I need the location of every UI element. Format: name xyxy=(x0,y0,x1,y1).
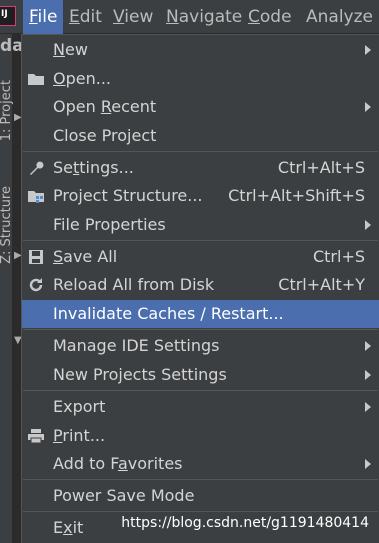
menu-item-file-properties[interactable]: File Properties xyxy=(22,211,379,239)
menu-item-reload-all[interactable]: Reload All from Disk Ctrl+Alt+Y xyxy=(22,271,379,299)
menu-file[interactable]: File xyxy=(23,0,64,34)
menu-item-label: Manage IDE Settings xyxy=(53,336,220,355)
folder-icon xyxy=(27,70,45,88)
menu-item-close-project[interactable]: Close Project xyxy=(22,122,379,150)
reload-icon xyxy=(27,276,45,294)
file-menu-dropdown: New Open... Open Recent Close Project Se… xyxy=(21,34,379,543)
menu-item-open[interactable]: Open... xyxy=(22,65,379,93)
menu-item-label: Exit xyxy=(53,518,84,537)
menu-item-save-all[interactable]: Save All Ctrl+S xyxy=(22,243,379,271)
menu-separator xyxy=(23,511,378,512)
project-structure-icon xyxy=(27,187,45,205)
tree-expander-icon: ▶ xyxy=(14,250,22,261)
wrench-icon xyxy=(27,159,45,177)
menu-item-label: Open Recent xyxy=(53,97,157,116)
menu-item-shortcut: Ctrl+Alt+S xyxy=(277,158,365,177)
menu-item-label: New xyxy=(53,40,88,59)
menu-item-new-projects-settings[interactable]: New Projects Settings xyxy=(22,361,379,389)
menu-item-label: Settings... xyxy=(53,158,134,177)
menu-separator xyxy=(23,479,378,480)
menu-item-label: File Properties xyxy=(53,215,166,234)
menu-item-invalidate-caches[interactable]: Invalidate Caches / Restart... xyxy=(22,300,379,328)
print-icon xyxy=(27,427,45,445)
menu-item-label: Save All xyxy=(53,247,118,266)
menu-item-project-structure[interactable]: Project Structure... Ctrl+Alt+Shift+S xyxy=(22,182,379,210)
menu-item-add-to-favorites[interactable]: Add to Favorites xyxy=(22,450,379,478)
tree-expander-icon: ▼ xyxy=(14,335,22,346)
menu-separator xyxy=(23,329,378,330)
menu-item-export[interactable]: Export xyxy=(22,393,379,421)
menu-item-power-save-mode[interactable]: Power Save Mode xyxy=(22,482,379,510)
menu-item-label: Open... xyxy=(53,69,111,88)
side-tab-project[interactable]: 1: Project xyxy=(0,80,14,141)
menu-item-shortcut: Ctrl+Alt+Shift+S xyxy=(228,186,365,205)
menu-item-label: Project Structure... xyxy=(53,186,203,205)
menu-separator xyxy=(23,151,378,152)
submenu-arrow-icon xyxy=(365,370,371,380)
menu-item-label: Invalidate Caches / Restart... xyxy=(53,304,284,323)
menu-code[interactable]: Code xyxy=(248,0,292,34)
submenu-arrow-icon xyxy=(365,402,371,412)
submenu-arrow-icon xyxy=(365,102,371,112)
menu-item-label: Add to Favorites xyxy=(53,454,183,473)
tree-expander-icon: ▶ xyxy=(14,112,22,123)
menu-item-label: New Projects Settings xyxy=(53,365,227,384)
menu-view[interactable]: View xyxy=(113,0,153,34)
submenu-arrow-icon xyxy=(365,220,371,230)
menu-edit[interactable]: Edit xyxy=(69,0,102,34)
submenu-arrow-icon xyxy=(365,45,371,55)
menu-item-new[interactable]: New xyxy=(22,36,379,64)
watermark-url: https://blog.csdn.net/g1191480414 xyxy=(121,515,369,531)
menu-item-shortcut: Ctrl+S xyxy=(312,247,365,266)
submenu-arrow-icon xyxy=(365,459,371,469)
menu-item-label: Close Project xyxy=(53,126,157,145)
menu-separator xyxy=(23,390,378,391)
app-logo-icon: IJ xyxy=(0,6,16,26)
menu-item-label: Reload All from Disk xyxy=(53,275,215,294)
menu-analyze[interactable]: Analyze xyxy=(306,0,373,34)
menu-item-open-recent[interactable]: Open Recent xyxy=(22,93,379,121)
menu-item-label: Power Save Mode xyxy=(53,486,195,505)
menu-separator xyxy=(23,240,378,241)
menu-item-label: Print... xyxy=(53,426,106,445)
menu-item-print[interactable]: Print... xyxy=(22,422,379,450)
menu-item-label: Export xyxy=(53,397,106,416)
side-tab-structure[interactable]: Z: Structure xyxy=(0,186,14,264)
menu-item-settings[interactable]: Settings... Ctrl+Alt+S xyxy=(22,154,379,182)
menu-item-manage-ide-settings[interactable]: Manage IDE Settings xyxy=(22,332,379,360)
menu-navigate[interactable]: Navigate xyxy=(166,0,242,34)
menu-bar: IJ File Edit View Navigate Code Analyze xyxy=(0,0,379,34)
save-icon xyxy=(27,248,45,266)
menu-item-shortcut: Ctrl+Alt+Y xyxy=(278,275,365,294)
submenu-arrow-icon xyxy=(365,341,371,351)
